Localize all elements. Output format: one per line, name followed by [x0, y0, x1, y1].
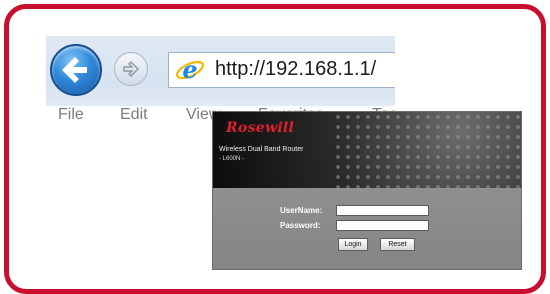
back-arrow-icon	[62, 57, 87, 83]
router-title: Wireless Dual Band Router	[219, 146, 304, 153]
username-label: UserName:	[280, 206, 323, 215]
router-model: - L600N -	[219, 156, 245, 162]
login-form: UserName: Password: Login Reset	[213, 188, 521, 269]
menu-file[interactable]: File	[58, 106, 84, 122]
rosewill-logo: Rosewill	[226, 120, 295, 136]
router-login-panel: Rosewill Wireless Dual Band Router - L60…	[212, 111, 522, 270]
forward-arrow-icon	[123, 61, 139, 77]
ie-icon: e	[175, 56, 205, 84]
back-button[interactable]	[50, 44, 102, 96]
svg-text:e: e	[182, 56, 197, 84]
router-header: Rosewill Wireless Dual Band Router - L60…	[213, 112, 521, 188]
password-label: Password:	[280, 221, 321, 230]
address-bar[interactable]: e http://192.168.1.1/	[168, 52, 395, 88]
browser-toolbar: File Edit View Favorites Tools e http://…	[46, 36, 395, 122]
login-button[interactable]: Login	[338, 238, 368, 251]
username-input[interactable]	[336, 205, 429, 216]
menu-edit[interactable]: Edit	[120, 106, 148, 122]
forward-button[interactable]	[114, 52, 148, 86]
password-input[interactable]	[336, 220, 429, 231]
url-text: http://192.168.1.1/	[215, 58, 377, 80]
header-dot-pattern	[333, 112, 521, 188]
reset-button[interactable]: Reset	[380, 238, 415, 251]
